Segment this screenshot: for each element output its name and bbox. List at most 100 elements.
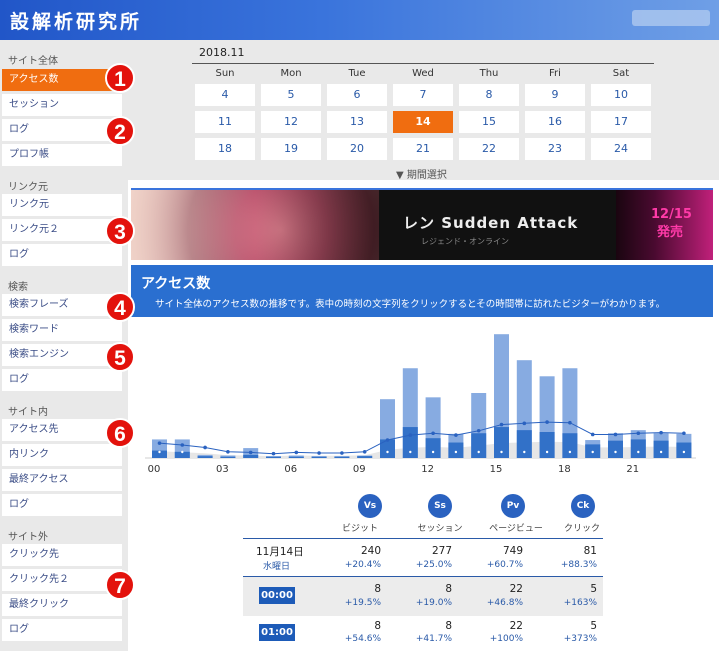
sidebar-item-referrer-2[interactable]: リンク元２: [2, 219, 122, 241]
calendar-day-selected[interactable]: 14: [393, 111, 453, 133]
chart-bar-dot: [477, 450, 480, 454]
chart-bar-dark: [676, 442, 692, 458]
sidebar-item-click-dest[interactable]: クリック先: [2, 544, 122, 566]
annotation-badge: 7: [105, 570, 135, 600]
table-change: +25.0%: [415, 560, 452, 570]
sidebar-item-referrer[interactable]: リンク元: [2, 194, 122, 216]
day-row-weekday: 水曜日: [263, 562, 291, 572]
hour-00-link[interactable]: 00:00: [259, 587, 295, 604]
chart-line-point: [499, 422, 504, 427]
calendar-day[interactable]: 4: [195, 84, 255, 106]
pageviews-icon: Pv: [501, 494, 525, 518]
chart-line-point: [385, 438, 390, 442]
annotation-badge: 6: [105, 418, 135, 448]
table-change: +19.0%: [415, 598, 452, 608]
chart-bar-dot: [203, 450, 207, 454]
table-divider: [243, 538, 603, 539]
weekday-label: Thu: [479, 68, 499, 79]
calendar-day[interactable]: 23: [525, 138, 585, 160]
table-cell: 5: [590, 620, 597, 632]
chart-line-point: [568, 420, 572, 425]
chart-line-point: [226, 450, 230, 454]
chart-bar-dot: [409, 450, 412, 454]
chart-x-tick-label: 09: [353, 464, 366, 475]
sidebar-item-access-count[interactable]: アクセス数: [2, 69, 122, 91]
calendar-day[interactable]: 8: [459, 84, 519, 106]
calendar-day[interactable]: 12: [261, 111, 321, 133]
sidebar-item-log[interactable]: ログ: [2, 119, 122, 141]
annotation-badge: 4: [105, 292, 135, 322]
banner-date-line: 発売: [657, 225, 684, 240]
chart-bar-dark: [402, 427, 418, 458]
sidebar-item-inside-log[interactable]: ログ: [2, 494, 122, 516]
table-cell: 8: [445, 583, 452, 595]
sidebar-section-title: サイト外: [8, 532, 48, 543]
calendar-day[interactable]: 17: [591, 111, 651, 133]
chart-bar-dot: [682, 450, 686, 454]
chart-bar-dot: [454, 450, 458, 454]
chart-x-tick-label: 12: [421, 464, 434, 475]
calendar-day[interactable]: 7: [393, 84, 453, 106]
chart-bar-dark: [471, 433, 487, 458]
calendar-day[interactable]: 16: [525, 111, 585, 133]
weekday-label: Wed: [412, 68, 434, 79]
ad-banner[interactable]: レン Sudden Attack レジェンド・オンライン 12/15 発売: [131, 188, 713, 260]
chart-line-point: [408, 433, 413, 437]
calendar-day[interactable]: 13: [327, 111, 387, 133]
visits-icon: Vs: [358, 494, 382, 518]
calendar-day[interactable]: 20: [327, 138, 387, 160]
calendar-day[interactable]: 15: [459, 111, 519, 133]
sidebar-item-search-log[interactable]: ログ: [2, 369, 122, 391]
chart-line-point: [294, 450, 299, 455]
table-cell: 81: [583, 545, 597, 557]
table-change: +19.5%: [344, 598, 381, 608]
period-select-toggle[interactable]: ▼ 期間選択: [396, 166, 447, 181]
sidebar-item-outside-log[interactable]: ログ: [2, 619, 122, 641]
sidebar-item-click-dest-2[interactable]: クリック先２: [2, 569, 122, 591]
sidebar-item-search-phrase[interactable]: 検索フレーズ: [2, 294, 122, 316]
chart-bar-dark: [220, 456, 236, 458]
sidebar-item-referrer-log[interactable]: ログ: [2, 244, 122, 266]
site-logo[interactable]: 設解析研究所: [10, 7, 142, 34]
chart-bar-dot: [523, 450, 526, 454]
chart-bar-dark: [425, 438, 441, 458]
chart-bar-dot: [568, 450, 572, 454]
hour-01-link[interactable]: 01:00: [259, 624, 295, 641]
chart-bar-dark: [516, 430, 532, 458]
header-account-button[interactable]: [632, 10, 710, 26]
sidebar-item-search-word[interactable]: 検索ワード: [2, 319, 122, 341]
chart-line-point: [203, 445, 207, 450]
section-title: アクセス数: [141, 276, 211, 292]
weekday-label: Sun: [215, 68, 235, 79]
section-description: サイト全体のアクセス数の推移です。表中の時刻の文字列をクリックするとその時間帯に…: [155, 299, 666, 310]
calendar-day[interactable]: 9: [525, 84, 585, 106]
sidebar-item-search-engine[interactable]: 検索エンジン: [2, 344, 122, 366]
chart-line-point: [682, 431, 686, 436]
calendar-day[interactable]: 21: [393, 138, 453, 160]
table-cell: 8: [445, 620, 452, 632]
calendar-day[interactable]: 22: [459, 138, 519, 160]
calendar-day[interactable]: 5: [261, 84, 321, 106]
calendar-day[interactable]: 11: [195, 111, 255, 133]
calendar-day[interactable]: 19: [261, 138, 321, 160]
sidebar-item-last-access[interactable]: 最終アクセス: [2, 469, 122, 491]
table-change: +373%: [563, 634, 597, 644]
table-cell: 22: [509, 583, 523, 595]
sidebar-item-last-click[interactable]: 最終クリック: [2, 594, 122, 616]
chart-bar-dark: [608, 440, 623, 458]
sidebar-item-access-dest[interactable]: アクセス先: [2, 419, 122, 441]
table-change: +41.7%: [415, 634, 452, 644]
sidebar-item-profile[interactable]: プロフ帳: [2, 144, 122, 166]
weekday-label: Fri: [549, 68, 561, 79]
banner-date-line: 12/15: [651, 207, 692, 222]
chart-bar-dark: [334, 456, 350, 458]
calendar-day[interactable]: 6: [327, 84, 387, 106]
sidebar-item-internal-link[interactable]: 内リンク: [2, 444, 122, 466]
sidebar-item-session[interactable]: セッション: [2, 94, 122, 116]
chart-line-point: [545, 420, 549, 424]
calendar-day[interactable]: 18: [195, 138, 255, 160]
table-change: +20.4%: [344, 560, 381, 570]
annotation-badge: 3: [105, 216, 135, 246]
calendar-day[interactable]: 24: [591, 138, 651, 160]
calendar-day[interactable]: 10: [591, 84, 651, 106]
